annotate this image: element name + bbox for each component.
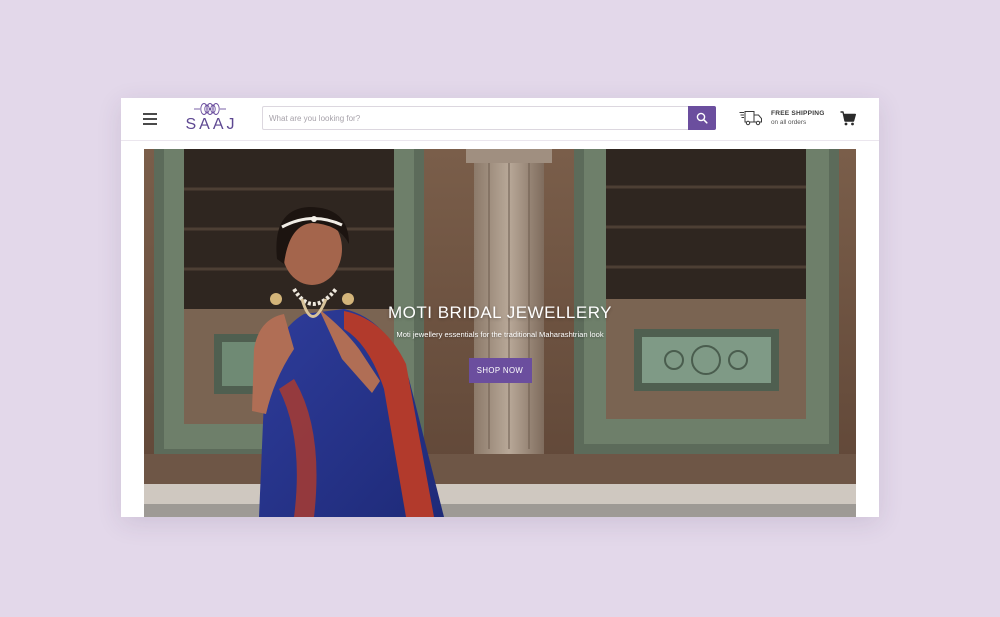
site-logo[interactable]: SAAJ — [181, 102, 239, 136]
hero-subtitle: Moti jewellery essentials for the tradit… — [396, 330, 604, 339]
ornament-logo-icon — [194, 103, 226, 115]
delivery-truck-icon — [739, 111, 762, 126]
search-icon — [696, 112, 708, 124]
shipping-title: FREE SHIPPING — [771, 110, 825, 117]
shipping-subtitle: on all orders — [771, 119, 807, 126]
shop-now-button[interactable]: SHOP NOW — [468, 358, 532, 383]
logo-text: SAAJ — [185, 116, 238, 133]
hero-banner: MOTI BRIDAL JEWELLERY Moti jewellery ess… — [144, 149, 856, 517]
search-button[interactable] — [688, 106, 716, 130]
search-bar — [262, 106, 716, 130]
search-input[interactable] — [263, 107, 689, 129]
browser-window: SAAJ What are you looking for? FREE SHIP… — [121, 98, 879, 517]
site-header: SAAJ What are you looking for? FREE SHIP… — [121, 98, 879, 141]
shopping-cart-icon — [840, 111, 856, 126]
hero-title: MOTI BRIDAL JEWELLERY — [388, 303, 612, 322]
hero-content: MOTI BRIDAL JEWELLERY Moti jewellery ess… — [384, 303, 616, 383]
hamburger-menu-icon[interactable] — [143, 113, 157, 125]
cart-button[interactable] — [840, 111, 856, 131]
